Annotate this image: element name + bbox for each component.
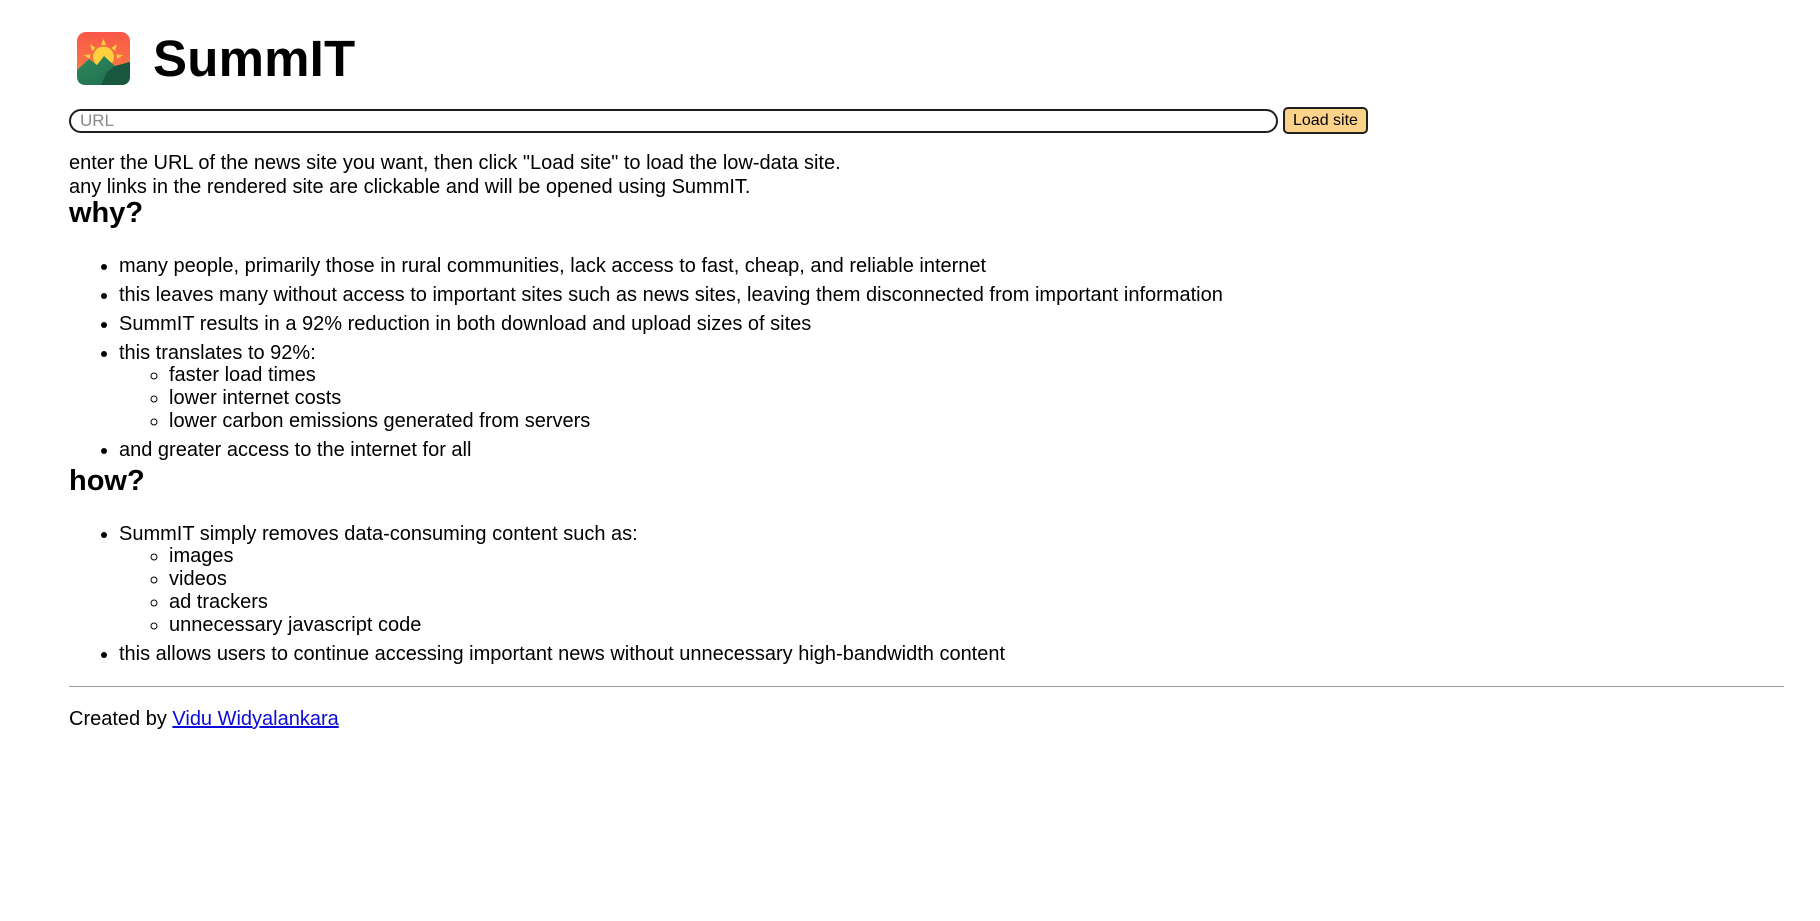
list-item: this allows users to continue accessing … bbox=[119, 642, 1784, 666]
how-sublist: images videos ad trackers unnecessary ja… bbox=[119, 545, 1784, 637]
list-item: and greater access to the internet for a… bbox=[119, 438, 1784, 462]
sublist-item: videos bbox=[169, 568, 1784, 591]
url-input[interactable] bbox=[69, 108, 1278, 133]
footer-divider bbox=[69, 686, 1784, 687]
sublist-item: lower carbon emissions generated from se… bbox=[169, 410, 1784, 433]
sublist-item: unnecessary javascript code bbox=[169, 614, 1784, 637]
list-item: this translates to 92%: faster load time… bbox=[119, 341, 1784, 433]
list-item: SummIT results in a 92% reduction in bot… bbox=[119, 312, 1784, 336]
list-item-label: this translates to 92%: bbox=[119, 342, 316, 364]
author-link[interactable]: Vidu Widyalankara bbox=[172, 708, 338, 730]
why-heading: why? bbox=[69, 197, 144, 229]
app-title: SummIT bbox=[153, 29, 356, 87]
list-item: this leaves many without access to impor… bbox=[119, 283, 1784, 307]
sublist-item: ad trackers bbox=[169, 591, 1784, 614]
sublist-item: images bbox=[169, 545, 1784, 568]
instructions-line-1: enter the URL of the news site you want,… bbox=[69, 152, 841, 174]
sublist-item: faster load times bbox=[169, 364, 1784, 387]
instructions-line-2: any links in the rendered site are click… bbox=[69, 176, 751, 198]
instructions: enter the URL of the news site you want,… bbox=[69, 151, 1784, 199]
how-list: SummIT simply removes data-consuming con… bbox=[69, 522, 1784, 666]
how-heading: how? bbox=[69, 465, 145, 497]
url-bar: Load site bbox=[69, 107, 1784, 134]
page: SummIT Load site enter the URL of the ne… bbox=[0, 25, 1820, 731]
load-site-button[interactable]: Load site bbox=[1283, 107, 1368, 134]
list-item-label: SummIT simply removes data-consuming con… bbox=[119, 523, 638, 545]
list-item: SummIT simply removes data-consuming con… bbox=[119, 522, 1784, 637]
footer: Created by Vidu Widyalankara bbox=[69, 708, 1784, 731]
list-item: many people, primarily those in rural co… bbox=[119, 254, 1784, 278]
mountain-sunrise-logo-icon bbox=[77, 31, 130, 85]
header: SummIT bbox=[69, 25, 1784, 91]
sublist-item: lower internet costs bbox=[169, 387, 1784, 410]
why-sublist: faster load times lower internet costs l… bbox=[119, 364, 1784, 433]
why-list: many people, primarily those in rural co… bbox=[69, 254, 1784, 462]
footer-prefix: Created by bbox=[69, 708, 173, 730]
